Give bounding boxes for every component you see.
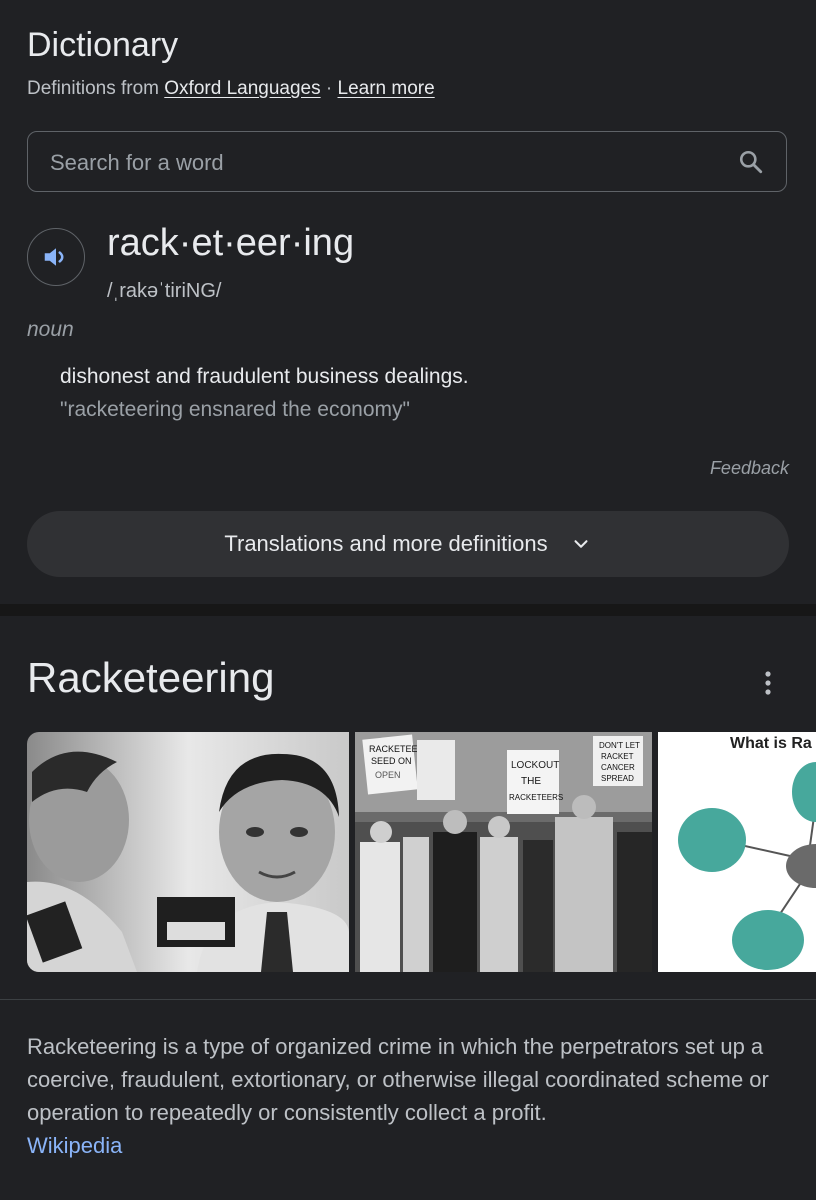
word-search-input[interactable] <box>48 132 732 193</box>
phonetic-transcription: /ˌrakəˈtiriNG/ <box>107 280 222 302</box>
chevron-down-icon <box>574 540 588 548</box>
svg-text:DON'T LET: DON'T LET <box>599 741 640 750</box>
diagram-thumbnail[interactable]: What is Ra <box>658 732 816 972</box>
picket-protest-photo[interactable]: RACKETEERS SEED ON OPEN LOCKOUT THE RACK… <box>355 732 652 972</box>
example-sentence: "racketeering ensnared the economy" <box>60 398 410 421</box>
source-separator: · <box>320 78 338 99</box>
panel-divider <box>0 999 816 1000</box>
svg-text:RACKETEERS: RACKETEERS <box>509 793 563 802</box>
part-of-speech: noun <box>27 318 74 341</box>
dictionary-title: Dictionary <box>27 26 179 64</box>
headword: rack·et·eer·ing <box>107 222 355 264</box>
dictionary-card: Dictionary Definitions from Oxford Langu… <box>0 0 816 604</box>
more-button-label: Translations and more definitions <box>224 531 548 556</box>
wikipedia-summary: Racketeering is a type of organized crim… <box>27 1030 792 1162</box>
knowledge-panel-card: Racketeering RACKETEERS SEED ON OPEN LOC… <box>0 616 816 1200</box>
diagram-heading: What is Ra <box>730 735 812 752</box>
card-separator <box>0 604 816 616</box>
pronunciation-audio-button[interactable] <box>27 228 85 286</box>
summary-text: Racketeering is a type of organized crim… <box>27 1034 769 1125</box>
search-icon[interactable] <box>738 149 764 175</box>
wikipedia-link[interactable]: Wikipedia <box>27 1129 792 1162</box>
svg-text:SPREAD: SPREAD <box>601 774 634 783</box>
oxford-languages-link[interactable]: Oxford Languages <box>164 78 320 99</box>
speaker-icon <box>44 248 64 266</box>
svg-text:CANCER: CANCER <box>601 763 635 772</box>
svg-text:RACKET: RACKET <box>601 752 634 761</box>
svg-text:OPEN: OPEN <box>375 770 401 780</box>
learn-more-link[interactable]: Learn more <box>338 78 435 99</box>
dictionary-source-line: Definitions from Oxford Languages · Lear… <box>27 78 435 100</box>
source-prefix: Definitions from <box>27 78 165 99</box>
svg-text:SEED ON: SEED ON <box>371 756 412 766</box>
knowledge-panel-title: Racketeering <box>27 654 275 701</box>
feedback-link[interactable]: Feedback <box>710 458 789 479</box>
svg-text:THE: THE <box>521 776 541 787</box>
definition-text: dishonest and fraudulent business dealin… <box>60 365 469 388</box>
translations-more-definitions-button[interactable]: Translations and more definitions <box>27 511 789 577</box>
svg-text:LOCKOUT: LOCKOUT <box>511 760 559 771</box>
mugshot-photo[interactable] <box>27 732 349 972</box>
word-search-box <box>27 131 787 193</box>
more-options-icon[interactable] <box>758 668 778 698</box>
